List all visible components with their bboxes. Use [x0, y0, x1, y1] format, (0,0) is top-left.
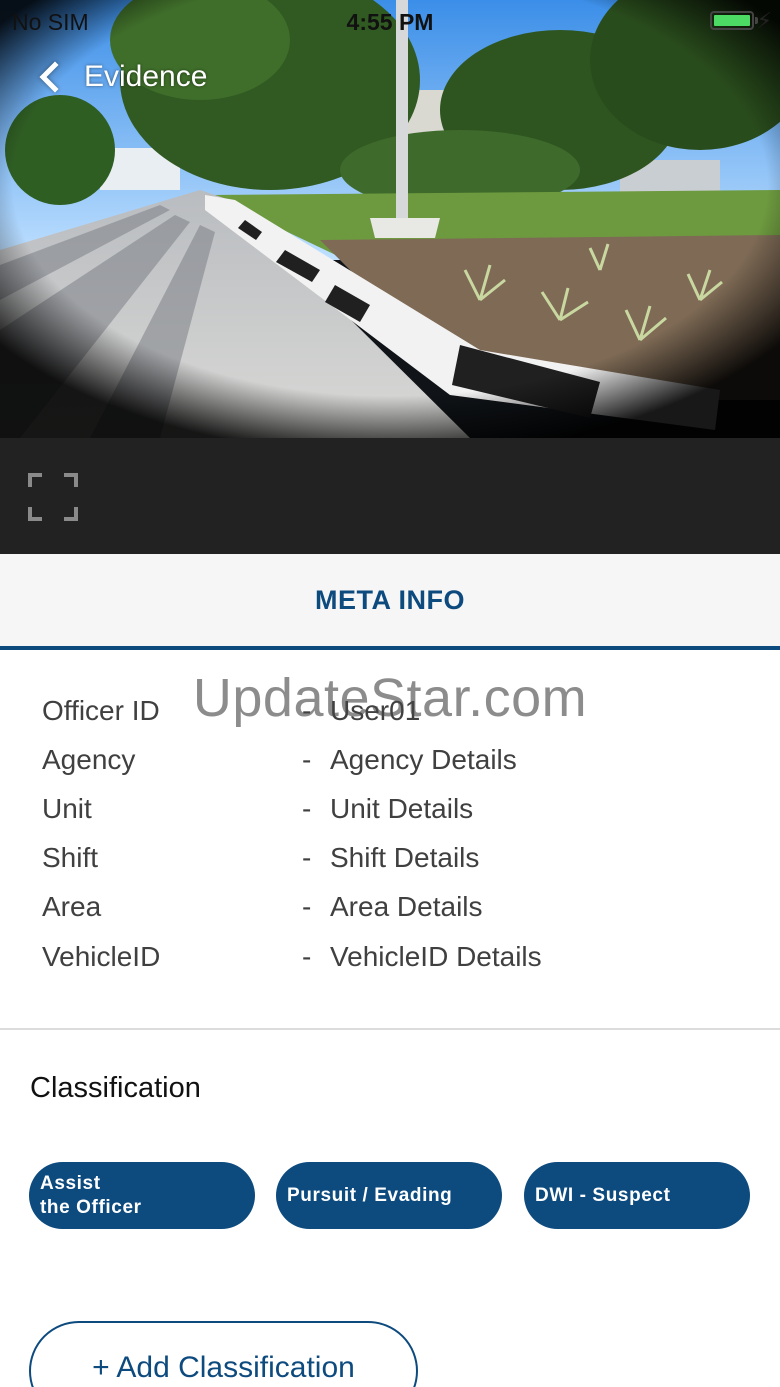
video-player[interactable]: No SIM 4:55 PM ⚡ Evidence: [0, 0, 780, 438]
classification-title: Classification: [30, 1072, 201, 1104]
chevron-left-icon: [39, 61, 71, 93]
fullscreen-icon[interactable]: [28, 473, 78, 521]
meta-value: Agency Details: [330, 743, 517, 775]
chip-label: Pursuit / Evading: [287, 1184, 453, 1206]
classification-chips: Assist the Officer Pursuit / Evading DWI…: [29, 1162, 769, 1229]
meta-label: VehicleID: [42, 940, 161, 972]
back-button[interactable]: Evidence: [36, 52, 207, 102]
meta-row: VehicleID - VehicleID Details: [42, 932, 742, 981]
meta-value: VehicleID Details: [330, 940, 542, 972]
meta-row: Shift - Shift Details: [42, 834, 742, 883]
player-controls: [0, 438, 780, 554]
charging-icon: ⚡: [756, 8, 772, 33]
meta-label: Unit: [42, 792, 92, 824]
status-time: 4:55 PM: [346, 9, 434, 35]
classification-chip[interactable]: Pursuit / Evading: [276, 1162, 502, 1229]
meta-label: Officer ID: [42, 694, 160, 726]
meta-value: Unit Details: [330, 792, 474, 824]
meta-value: Area Details: [330, 891, 483, 923]
add-classification-button[interactable]: + Add Classification: [29, 1321, 418, 1387]
meta-info-table: Officer ID - User01 Agency - Agency Deta…: [42, 686, 742, 981]
meta-row: Officer ID - User01: [42, 686, 742, 735]
meta-row: Unit - Unit Details: [42, 784, 742, 833]
chip-label-line2: the Officer: [40, 1196, 142, 1218]
meta-separator: -: [302, 792, 312, 824]
meta-label: Shift: [42, 842, 99, 874]
meta-separator: -: [302, 743, 312, 775]
tab-meta-info[interactable]: META INFO: [0, 554, 780, 646]
meta-row: Area - Area Details: [42, 883, 742, 932]
battery-icon: [710, 11, 758, 30]
meta-value: Shift Details: [330, 842, 480, 874]
meta-value: User01: [330, 694, 421, 726]
section-divider: [0, 1028, 780, 1030]
meta-separator: -: [302, 940, 312, 972]
meta-separator: -: [302, 842, 312, 874]
classification-chip[interactable]: DWI - Suspect: [524, 1162, 750, 1229]
meta-row: Agency - Agency Details: [42, 735, 742, 784]
meta-separator: -: [302, 891, 312, 923]
chip-label: DWI - Suspect: [535, 1184, 671, 1206]
meta-label: Agency: [42, 743, 136, 775]
meta-label: Area: [42, 891, 102, 923]
status-bar: No SIM 4:55 PM ⚡: [0, 0, 780, 44]
nav-title: Evidence: [84, 60, 208, 93]
meta-separator: -: [302, 694, 312, 726]
chip-label-line1: Assist: [40, 1172, 101, 1194]
tab-active-indicator: [0, 646, 780, 650]
classification-chip[interactable]: Assist the Officer: [29, 1162, 255, 1229]
